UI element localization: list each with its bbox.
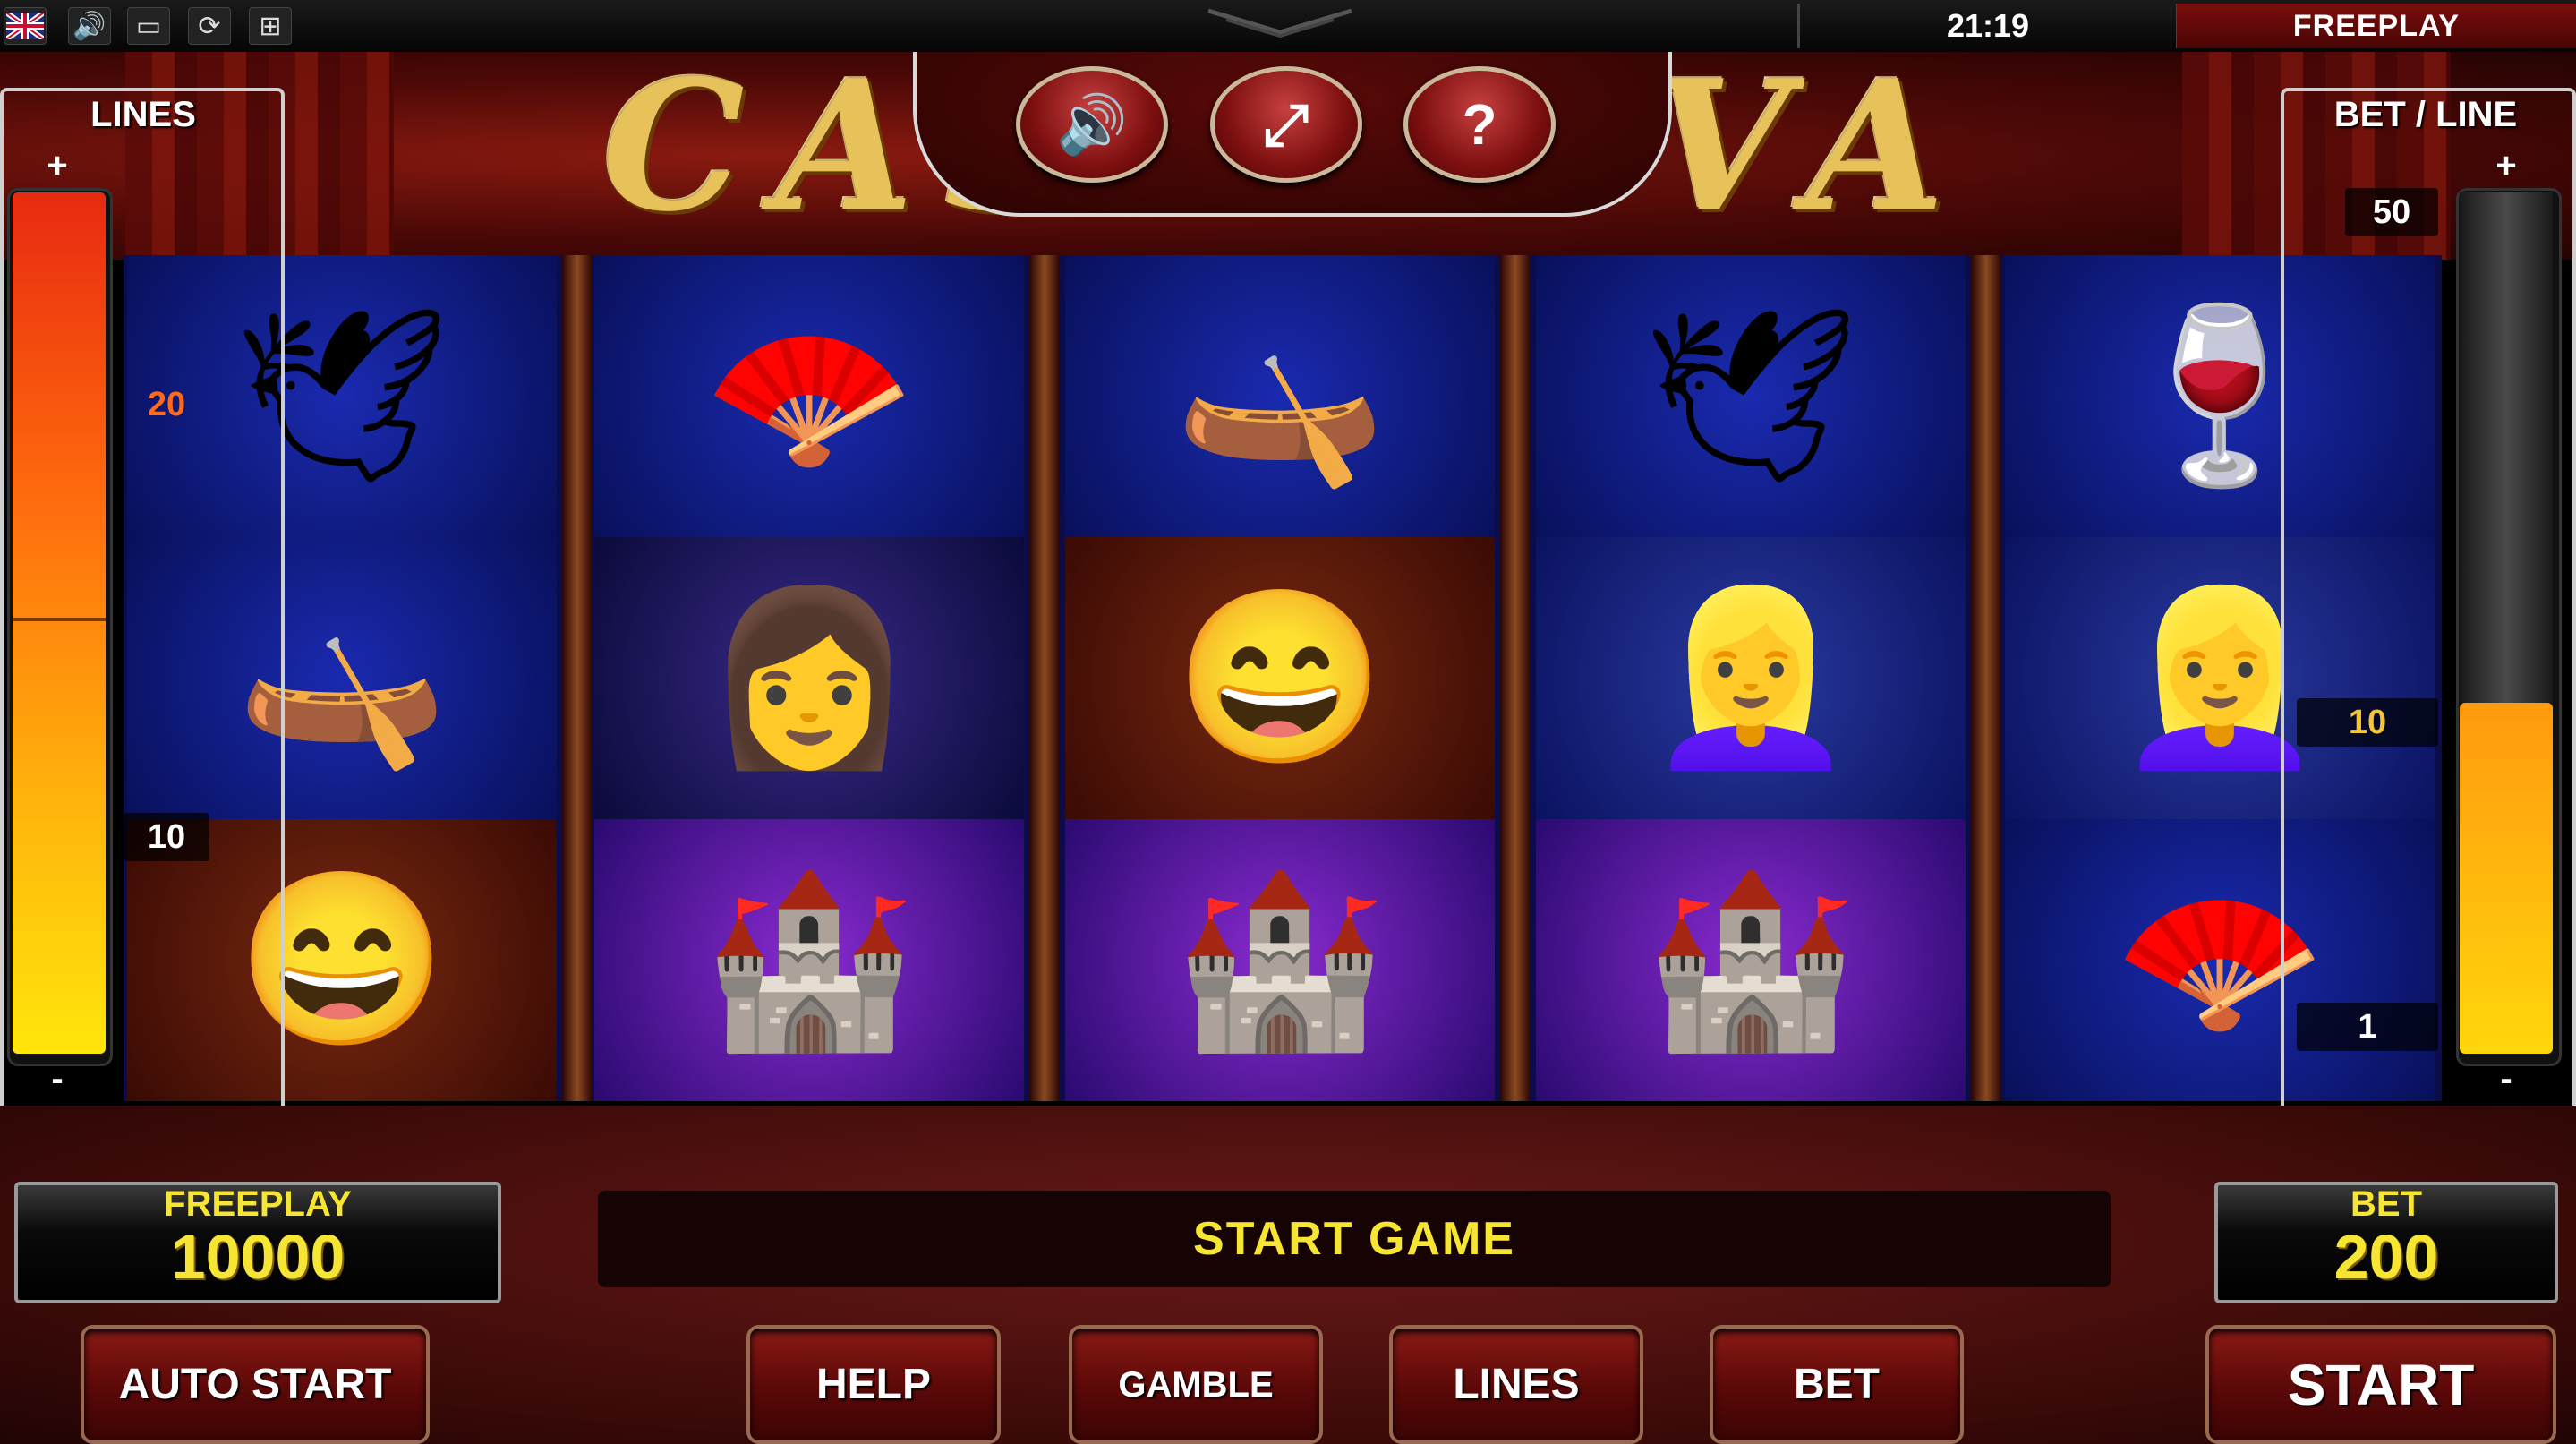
fan-symbol: 🪭 — [594, 255, 1024, 537]
mode-label: FREEPLAY — [2177, 4, 2576, 48]
reel-divider — [1500, 255, 1531, 1101]
balance-label: FREEPLAY — [164, 1184, 352, 1224]
balance-value: 10000 — [170, 1222, 345, 1292]
lines-meter-divider — [13, 618, 106, 621]
bet-label: BET — [2350, 1184, 2422, 1224]
auto-start-button[interactable]: AUTO START — [81, 1325, 430, 1444]
help-button[interactable]: HELP — [746, 1325, 1001, 1444]
question-icon: ? — [1462, 92, 1497, 157]
reel-divider — [1029, 255, 1060, 1101]
message-bar: START GAME — [598, 1191, 2111, 1287]
gamble-button[interactable]: GAMBLE — [1069, 1325, 1323, 1444]
lines-mark-20: 20 — [147, 385, 186, 423]
lines-minus-button[interactable]: - — [7, 1056, 107, 1101]
start-button[interactable]: START — [2205, 1325, 2556, 1444]
venice-symbol: 🏰 — [1536, 819, 1966, 1101]
reel-4: 🕊 👱‍♀️ 🏰 — [1536, 255, 1966, 1101]
reel-3: 🛶 😄 🏰 — [1065, 255, 1495, 1101]
reel-divider — [1971, 255, 2001, 1101]
gondola-symbol: 🛶 — [1065, 255, 1495, 537]
lines-panel-title: LINES — [90, 94, 196, 134]
bet-meter-empty — [2460, 192, 2553, 703]
reel-2: 🪭 👩 🏰 — [594, 255, 1024, 1101]
bet-panel-title: BET / LINE — [2333, 94, 2518, 134]
lady-dark-symbol: 👩 — [594, 537, 1024, 819]
doves-box-symbol: 🕊 — [1536, 255, 1966, 537]
refresh-icon[interactable]: ⟳ — [188, 7, 231, 45]
venice-symbol: 🏰 — [1065, 819, 1495, 1101]
bet-plus-button[interactable]: + — [2456, 143, 2556, 188]
sound-icon: 🔊 — [1056, 91, 1128, 157]
lines-meter-fill — [13, 192, 106, 1054]
bet-button[interactable]: BET — [1710, 1325, 1964, 1444]
bet-value: 200 — [2333, 1222, 2439, 1292]
speaker-icon[interactable]: 🔊 — [68, 7, 111, 45]
window-icon[interactable]: ▭ — [127, 7, 170, 45]
reel-divider — [562, 255, 593, 1101]
chevron-down-icon[interactable] — [1190, 5, 1369, 41]
lines-plus-button[interactable]: + — [7, 143, 107, 188]
bet-mark-50: 50 — [2345, 188, 2438, 236]
casanova-symbol: 😄 — [1065, 537, 1495, 819]
lines-button[interactable]: LINES — [1389, 1325, 1643, 1444]
bet-mark-1: 1 — [2297, 1003, 2438, 1051]
sound-button[interactable]: 🔊 — [1016, 66, 1168, 183]
bet-minus-button[interactable]: - — [2456, 1056, 2556, 1101]
bet-box: BET 200 — [2214, 1182, 2558, 1303]
lady-blonde-symbol: 👱‍♀️ — [1536, 537, 1966, 819]
expand-icon: ⤢ — [1263, 91, 1309, 157]
fullscreen-icon[interactable]: ⊞ — [249, 7, 292, 45]
help-round-button[interactable]: ? — [1403, 66, 1556, 183]
uk-flag-icon[interactable] — [4, 7, 47, 45]
bet-mark-10: 10 — [2297, 698, 2438, 747]
balance-box: FREEPLAY 10000 — [14, 1182, 501, 1303]
fullscreen-button[interactable]: ⤢ — [1210, 66, 1362, 183]
venice-symbol: 🏰 — [594, 819, 1024, 1101]
bet-meter-fill — [2460, 703, 2553, 1054]
lines-mark-10: 10 — [124, 813, 209, 861]
